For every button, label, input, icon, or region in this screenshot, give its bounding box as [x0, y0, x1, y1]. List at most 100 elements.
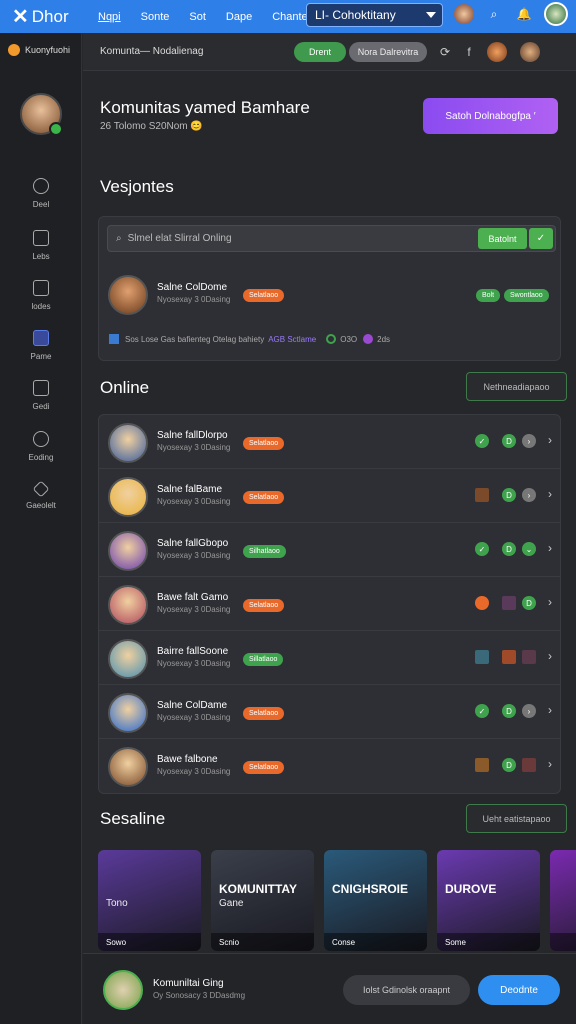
nav-item[interactable]: Sonte: [141, 11, 170, 23]
card-title: CNIGHSROIE: [332, 882, 409, 896]
avatar: [108, 477, 148, 517]
bottom-sub: Oy Sonosacy 3 DDasdmg: [153, 991, 246, 1000]
profile-avatar-icon[interactable]: [454, 4, 474, 24]
sidebar-item-eoding[interactable]: Eoding: [0, 431, 82, 462]
list-item[interactable]: Salne fallDlorpo Nyosexay 3 0Dasing Sela…: [99, 415, 560, 469]
game-card[interactable]: [550, 850, 576, 951]
list-item[interactable]: Bawe falt Gamo Nyosexay 3 0Dasing Selatl…: [99, 577, 560, 631]
status-badge: Selatlaoo: [243, 491, 285, 504]
nav-item[interactable]: Nqpi: [98, 11, 121, 23]
item-name: Salne fallDlorpo: [157, 430, 228, 441]
game-thumb-icon: [475, 758, 489, 772]
card-footer: Sowo: [98, 933, 201, 951]
item-sub: Nyosexay 3 0Dasing: [157, 659, 231, 668]
confirm-button[interactable]: ✓: [529, 228, 553, 249]
list-item[interactable]: Salne fallGbopo Nyosexay 3 0Dasing Silha…: [99, 523, 560, 577]
drent-pill-button[interactable]: Drent: [294, 42, 346, 62]
avatar: [108, 423, 148, 463]
logo-text: Dhor: [31, 6, 69, 26]
featured-panel: ⌕ Slmel elat Slirral Onling Batolnt ✓ Sa…: [98, 216, 561, 361]
search-field[interactable]: ⌕ Slmel elat Slirral Onling Batolnt ✓: [107, 225, 556, 252]
list-item[interactable]: Salne ColDame Nyosexay 3 0Dasing Selatla…: [99, 685, 560, 739]
search-input[interactable]: Slmel elat Slirral Onling: [128, 233, 232, 244]
status-badge: Swontlaoo: [504, 289, 549, 302]
card-sub: Gane: [219, 898, 244, 909]
nav-item[interactable]: Sot: [189, 11, 206, 23]
friend-avatar-icon[interactable]: [487, 42, 507, 62]
status-badge: Selatlaoo: [243, 289, 285, 302]
friend-avatar-icon[interactable]: [520, 42, 540, 62]
featured-note-stats: O3O: [340, 334, 358, 344]
sidebar-avatar[interactable]: [20, 93, 63, 136]
nav-item[interactable]: Dape: [226, 11, 252, 23]
search-button[interactable]: Batolnt: [478, 228, 527, 249]
breadcrumb[interactable]: Komunta— Nodalienag: [100, 46, 203, 57]
nav-item[interactable]: Chante: [272, 11, 307, 23]
game-card[interactable]: CNIGHSROIE Conse: [324, 850, 427, 951]
season-filter-label: Ueht eatistapaoo: [482, 813, 551, 824]
game-thumb-icon: [502, 596, 516, 610]
section-title: Vesjontes: [100, 177, 174, 196]
chevron-down-icon: [426, 12, 436, 18]
secondary-button[interactable]: Iolst Gdinolsk oraapnt: [343, 975, 470, 1005]
sidebar-item-gaeolelt[interactable]: Gaeolelt: [0, 480, 82, 510]
sidebar-header-label: Kuonyfuohi: [25, 45, 71, 55]
season-filter-button[interactable]: Ueht eatistapaoo: [466, 804, 567, 833]
chevron-right-icon[interactable]: ›: [548, 541, 552, 555]
play-icon[interactable]: ›: [522, 704, 536, 718]
document-icon: [33, 230, 49, 246]
list-item[interactable]: Salne falBame Nyosexay 3 0Dasing Selatla…: [99, 469, 560, 523]
sidebar-item-gedi[interactable]: Gedi: [0, 380, 82, 411]
game-card-carousel: Tono Sowo KOMUNITTAY Gane Scnio CNIGHSRO…: [98, 850, 576, 951]
game-card[interactable]: KOMUNITTAY Gane Scnio: [211, 850, 314, 951]
pill-label: Nora Dalrevitra: [357, 47, 419, 57]
item-name: Salne falBame: [157, 484, 223, 495]
chevron-right-icon[interactable]: ›: [548, 703, 552, 717]
list-item[interactable]: Bawe falbone Nyosexay 3 0Dasing Selatlao…: [99, 739, 560, 793]
gallery-icon: [33, 280, 49, 296]
facebook-icon[interactable]: f: [459, 42, 479, 62]
chevron-right-icon[interactable]: ›: [548, 433, 552, 447]
user-avatar[interactable]: [544, 2, 568, 26]
game-thumb-icon: [475, 488, 489, 502]
clock-icon: [33, 178, 49, 194]
featured-note-link[interactable]: AGB Sctlame: [268, 335, 316, 344]
top-nav: Nqpi Sonte Sot Dape Chante: [98, 11, 328, 23]
play-icon[interactable]: ›: [522, 434, 536, 448]
search-icon[interactable]: ⌕: [484, 4, 504, 24]
community-select[interactable]: LI- Cohoktitany: [306, 3, 443, 27]
sidebar-item-lodes[interactable]: lodes: [0, 280, 82, 311]
play-icon[interactable]: ›: [522, 488, 536, 502]
app-logo[interactable]: ✕ Dhor: [12, 4, 82, 29]
sidebar-item-pame[interactable]: Pame: [0, 330, 82, 361]
sidebar-item-lebs[interactable]: Lebs: [0, 230, 82, 261]
chevron-right-icon[interactable]: ›: [548, 487, 552, 501]
item-sub: Nyosexay 3 0Dasing: [157, 605, 231, 614]
chat-icon: [33, 330, 49, 346]
bottom-bar: Komuniltai Ging Oy Sonosacy 3 DDasdmg Io…: [83, 953, 576, 1024]
featured-row[interactable]: Salne ColDome Nyosexay 3 0Dasing Selatla…: [99, 267, 560, 321]
gem-icon: [363, 334, 374, 344]
list-item[interactable]: Bairre fallSoone Nyosexay 3 0Dasing Sill…: [99, 631, 560, 685]
game-card[interactable]: Tono Sowo: [98, 850, 201, 951]
bell-icon[interactable]: 🔔: [514, 4, 534, 24]
primary-action-button[interactable]: Satoh Dolnabogfpa ′: [423, 98, 558, 134]
avatar[interactable]: [103, 970, 143, 1010]
card-footer: Some: [437, 933, 540, 951]
sidebar-item-label: Gedi: [32, 402, 50, 411]
game-card[interactable]: DUROVE Some: [437, 850, 540, 951]
sidebar-item-deel[interactable]: Deel: [0, 178, 82, 209]
refresh-icon[interactable]: ⟳: [435, 42, 455, 62]
confirm-button[interactable]: Deodnte: [478, 975, 560, 1005]
expand-icon[interactable]: ⌄: [522, 542, 536, 556]
card-footer: Conse: [324, 933, 427, 951]
chevron-right-icon[interactable]: ›: [548, 757, 552, 771]
grid-icon: [109, 334, 119, 344]
card-footer: [550, 933, 576, 951]
chevron-right-icon[interactable]: ›: [548, 595, 552, 609]
check-icon: ✓: [475, 704, 489, 718]
filter-pill-button[interactable]: Nora Dalrevitra: [349, 42, 427, 62]
chevron-right-icon[interactable]: ›: [548, 649, 552, 663]
item-sub: Nyosexay 3 0Dasing: [157, 767, 231, 776]
online-filter-button[interactable]: Nethneadiapaoo: [466, 372, 567, 401]
